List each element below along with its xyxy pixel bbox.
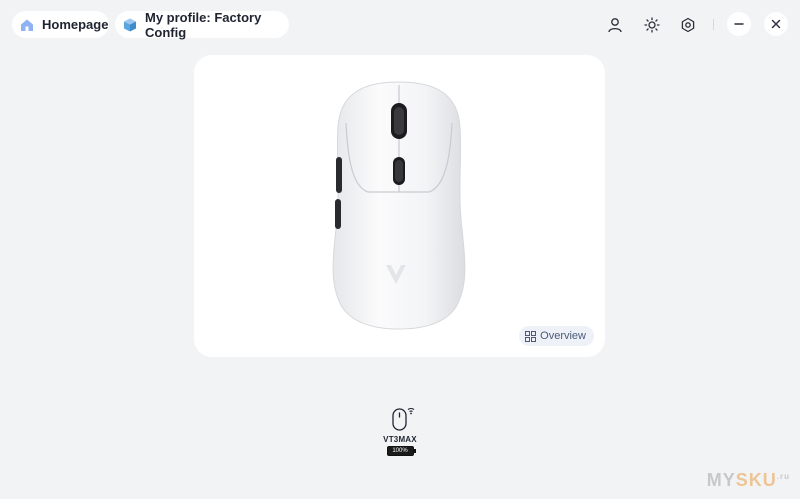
battery-indicator: 100% xyxy=(386,446,416,456)
grid-icon xyxy=(525,330,537,342)
user-icon xyxy=(608,18,622,33)
mouse-product-image xyxy=(332,81,466,330)
device-tile[interactable]: VT3MAX 100% xyxy=(372,405,428,463)
watermark-part: .ru xyxy=(776,472,790,481)
header-divider xyxy=(713,19,714,30)
settings-button[interactable] xyxy=(676,13,700,37)
profile-tab[interactable]: My profile: Factory Config xyxy=(115,9,289,40)
watermark: MYSKU.ru xyxy=(707,470,790,491)
homepage-tab[interactable]: Homepage xyxy=(12,11,109,38)
settings-icon xyxy=(681,17,695,33)
theme-button[interactable] xyxy=(640,13,664,37)
mouse-preview-card: Overview xyxy=(194,55,605,357)
close-button[interactable] xyxy=(764,12,788,36)
device-name: VT3MAX xyxy=(383,435,417,444)
overview-button[interactable]: Overview xyxy=(519,326,594,346)
homepage-label: Homepage xyxy=(42,17,109,32)
sun-icon xyxy=(644,17,660,33)
close-icon xyxy=(771,19,781,29)
watermark-part: MY xyxy=(706,470,736,490)
watermark-part: SKU xyxy=(735,470,777,490)
overview-label: Overview xyxy=(540,330,586,342)
home-icon xyxy=(19,17,35,33)
mouse-wireless-icon xyxy=(392,407,415,431)
user-button[interactable] xyxy=(603,13,627,37)
cube-icon xyxy=(122,17,138,33)
minimize-icon xyxy=(734,23,744,25)
minimize-button[interactable] xyxy=(727,12,751,36)
profile-label: My profile: Factory Config xyxy=(145,9,262,40)
